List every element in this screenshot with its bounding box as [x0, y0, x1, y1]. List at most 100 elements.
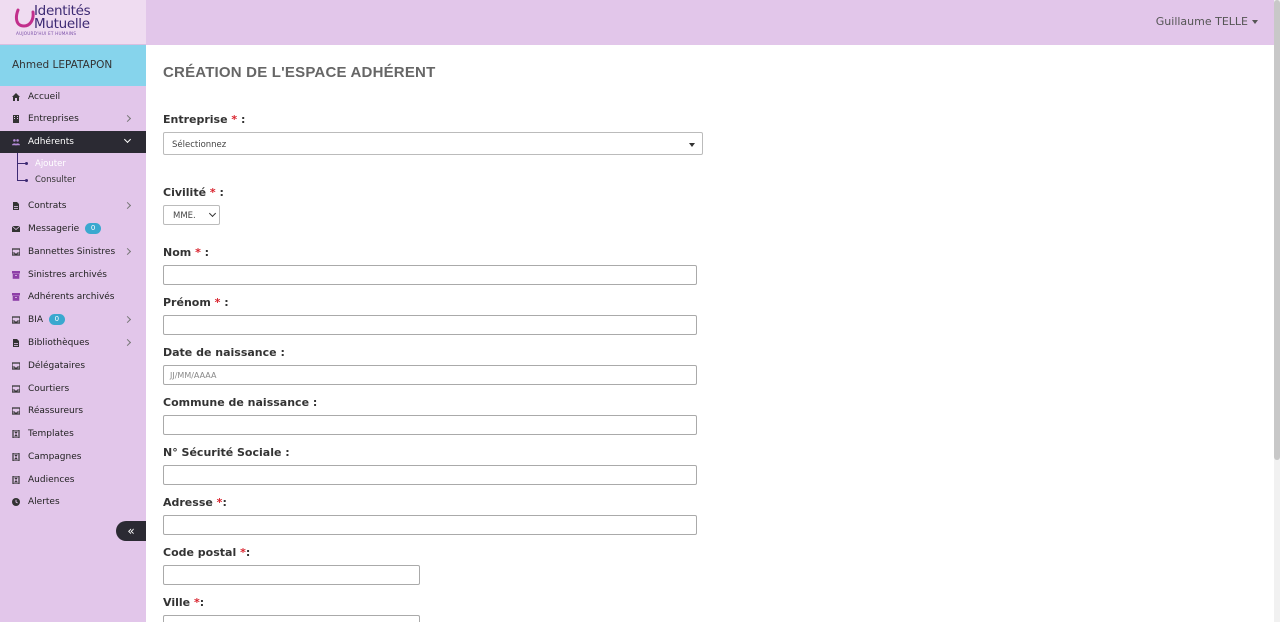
- date-naissance-placeholder: JJ/MM/AAAA: [170, 371, 217, 380]
- inbox-icon: [12, 248, 20, 256]
- adresse-input[interactable]: [163, 515, 697, 535]
- label-suffix: :: [199, 596, 205, 609]
- chevron-right-icon: [123, 315, 132, 324]
- sidebar-item-entreprises[interactable]: Entreprises: [0, 108, 146, 130]
- inbox-icon: [12, 362, 20, 370]
- civilite-select[interactable]: MME.: [163, 205, 220, 225]
- sidebar-collapse-button[interactable]: «: [116, 521, 146, 541]
- adresse-label-text: Adresse: [163, 496, 213, 509]
- entreprise-label-text: Entreprise: [163, 113, 228, 126]
- archive-icon: [12, 293, 20, 301]
- logo[interactable]: Identités Mutuelle AUJOURD'HUI ET HUMAIN…: [0, 0, 146, 45]
- home-icon: [12, 93, 20, 101]
- nom-label-text: Nom: [163, 246, 192, 259]
- prenom-label-text: Prénom: [163, 296, 211, 309]
- ville-input[interactable]: [163, 615, 420, 622]
- main-content: CRÉATION DE L'ESPACE ADHÉRENT Entreprise…: [146, 45, 1274, 622]
- logo-mark-icon: [14, 8, 35, 28]
- adresse-label: Adresse *:: [163, 496, 227, 509]
- hourglass-icon: [12, 476, 20, 484]
- sidebar-subitem-ajouter[interactable]: Ajouter: [35, 159, 66, 169]
- file-icon: [13, 339, 19, 347]
- hourglass-icon: [12, 453, 20, 461]
- sidebar-item-audiences[interactable]: Audiences: [0, 469, 146, 491]
- inbox-icon: [12, 407, 20, 415]
- label-suffix: :: [200, 246, 210, 259]
- sidebar-item-messagerie[interactable]: Messagerie 0: [0, 218, 146, 240]
- double-chevron-left-icon: «: [127, 524, 135, 538]
- entreprise-label: Entreprise * :: [163, 113, 245, 126]
- chevron-right-icon: [123, 114, 132, 123]
- sidebar-item-label: Audiences: [28, 475, 75, 485]
- code-postal-input[interactable]: [163, 565, 420, 585]
- building-icon: [13, 115, 19, 123]
- archive-icon: [12, 271, 20, 279]
- prenom-input[interactable]: [163, 315, 697, 335]
- sidebar-item-accueil[interactable]: Accueil: [0, 86, 146, 108]
- sidebar-item-reassureurs[interactable]: Réassureurs: [0, 400, 146, 422]
- code-postal-label-text: Code postal: [163, 546, 237, 559]
- label-suffix: :: [222, 496, 227, 509]
- date-naissance-input[interactable]: JJ/MM/AAAA: [163, 365, 697, 385]
- civilite-select-value: MME.: [173, 211, 196, 221]
- sidebar-item-alertes[interactable]: Alertes: [0, 491, 146, 513]
- user-menu[interactable]: Guillaume TELLE: [1156, 15, 1258, 28]
- sidebar-item-label: Accueil: [28, 92, 61, 102]
- sidebar-item-label: Réassureurs: [28, 406, 84, 416]
- label-suffix: :: [237, 113, 246, 126]
- sidebar-item-label: Délégataires: [28, 361, 86, 371]
- nom-input[interactable]: [163, 265, 697, 285]
- inbox-icon: [12, 316, 20, 324]
- scrollbar-track[interactable]: [1274, 0, 1280, 622]
- user-menu-name: Guillaume TELLE: [1155, 15, 1248, 28]
- sidebar-item-label: Contrats: [28, 201, 67, 211]
- sidebar-item-bia[interactable]: BIA 0: [0, 309, 146, 331]
- sidebar-item-label: Bibliothèques: [28, 338, 90, 348]
- envelope-icon: [12, 225, 20, 232]
- sidebar-item-courtiers[interactable]: Courtiers: [0, 378, 146, 400]
- clock-icon: [12, 498, 20, 506]
- ville-label-text: Ville: [163, 596, 191, 609]
- sidebar-item-adherents-archives[interactable]: Adhérents archivés: [0, 286, 146, 308]
- label-suffix: :: [215, 186, 224, 199]
- sidebar-item-contrats[interactable]: Contrats: [0, 195, 146, 217]
- code-postal-label: Code postal *:: [163, 546, 250, 559]
- commune-naissance-label: Commune de naissance :: [163, 396, 318, 409]
- sidebar-item-label: BIA: [28, 315, 43, 325]
- sidebar: Ahmed LEPATAPON Accueil Entreprises Adhé…: [0, 45, 146, 622]
- logo-text-line2: Mutuelle: [34, 16, 90, 32]
- sidebar-item-label: Entreprises: [28, 114, 79, 124]
- sidebar-item-bibliotheques[interactable]: Bibliothèques: [0, 332, 146, 354]
- bia-count-badge: 0: [48, 314, 65, 325]
- sidebar-item-bannettes-sinistres[interactable]: Bannettes Sinistres: [0, 241, 146, 263]
- sidebar-item-campagnes[interactable]: Campagnes: [0, 446, 146, 468]
- sidebar-item-label: Bannettes Sinistres: [28, 247, 116, 257]
- sidebar-item-label: Adhérents archivés: [28, 292, 115, 302]
- civilite-label: Civilité * :: [163, 186, 224, 199]
- securite-sociale-input[interactable]: [163, 465, 697, 485]
- sidebar-item-templates[interactable]: Templates: [0, 423, 146, 445]
- scrollbar-thumb[interactable]: [1274, 0, 1280, 460]
- sidebar-subitem-consulter[interactable]: Consulter: [35, 175, 76, 185]
- entreprise-select-value: Sélectionnez: [172, 140, 227, 150]
- chevron-right-icon: [123, 338, 132, 347]
- sidebar-item-sinistres-archives[interactable]: Sinistres archivés: [0, 264, 146, 286]
- ville-label: Ville *:: [163, 596, 204, 609]
- page-title: CRÉATION DE L'ESPACE ADHÉRENT: [163, 64, 436, 81]
- sidebar-item-delegataires[interactable]: Délégataires: [0, 355, 146, 377]
- hourglass-icon: [12, 430, 20, 438]
- sidebar-item-adherents[interactable]: Adhérents: [0, 131, 146, 153]
- date-naissance-label: Date de naissance :: [163, 346, 285, 359]
- commune-naissance-input[interactable]: [163, 415, 697, 435]
- sidebar-item-label: Messagerie: [28, 224, 80, 234]
- file-icon: [13, 202, 19, 210]
- chevron-right-icon: [123, 247, 132, 256]
- chevron-right-icon: [123, 201, 132, 210]
- tree-dot: [25, 162, 28, 165]
- tree-line: [17, 153, 18, 181]
- entreprise-select[interactable]: Sélectionnez: [163, 132, 703, 155]
- label-suffix: :: [245, 546, 251, 559]
- caret-down-icon: [689, 143, 695, 147]
- label-suffix: :: [220, 296, 229, 309]
- nom-label: Nom * :: [163, 246, 209, 259]
